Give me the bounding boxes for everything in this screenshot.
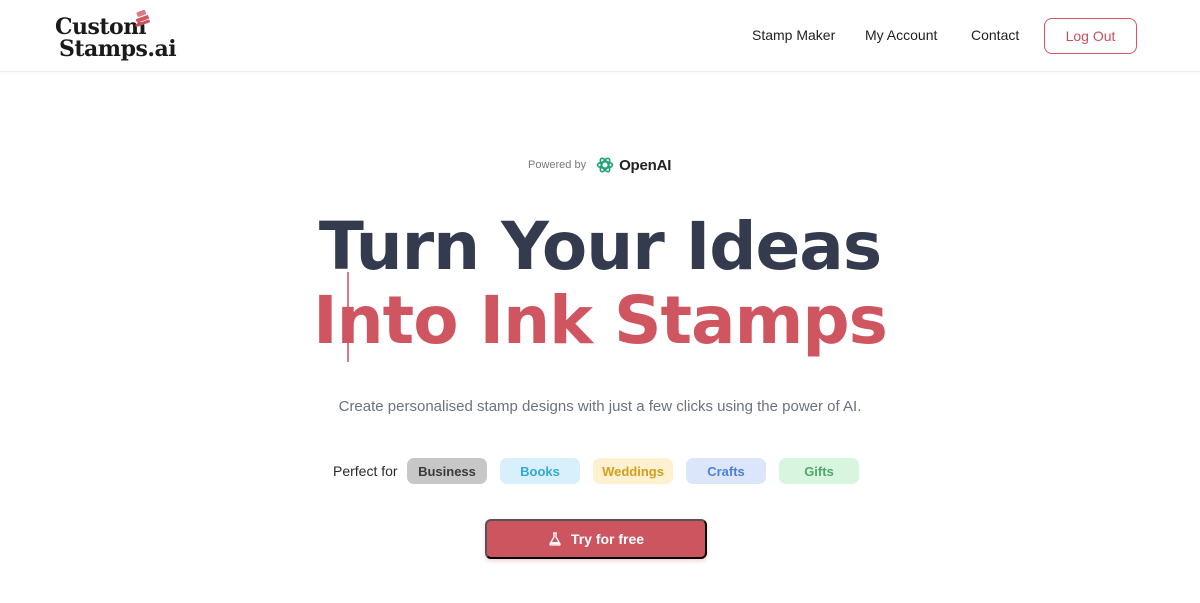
tag-crafts[interactable]: Crafts xyxy=(686,458,766,484)
powered-by-badge: Powered by OpenAI xyxy=(528,153,671,177)
tag-weddings[interactable]: Weddings xyxy=(593,458,673,484)
try-for-free-label: Try for free xyxy=(570,531,645,547)
nav-my-account[interactable]: My Account xyxy=(865,27,937,43)
logo-text-line2: Stamps.ai xyxy=(59,36,177,62)
openai-brand-text: OpenAI xyxy=(619,156,672,174)
tag-books[interactable]: Books xyxy=(500,458,580,484)
headline-line-2: Into Ink Stamps xyxy=(313,282,888,359)
logout-button[interactable]: Log Out xyxy=(1044,18,1137,54)
site-header: Custom Stamps.ai Stamp Maker My Account … xyxy=(0,0,1200,72)
openai-icon xyxy=(596,157,614,173)
nav-contact[interactable]: Contact xyxy=(971,27,1019,43)
tag-gifts[interactable]: Gifts xyxy=(779,458,859,484)
hero-subtext: Create personalised stamp designs with j… xyxy=(338,398,862,415)
stamp-icon xyxy=(135,10,150,27)
powered-by-label: Powered by xyxy=(528,159,587,171)
nav-stamp-maker[interactable]: Stamp Maker xyxy=(752,27,835,43)
perfect-for-label: Perfect for xyxy=(333,463,398,479)
try-for-free-button[interactable]: Try for free xyxy=(485,519,707,559)
logo[interactable]: Custom Stamps.ai xyxy=(55,10,177,62)
tag-business[interactable]: Business xyxy=(407,458,487,484)
flask-icon xyxy=(549,532,561,546)
headline-line-1: Turn Your Ideas xyxy=(318,208,882,285)
